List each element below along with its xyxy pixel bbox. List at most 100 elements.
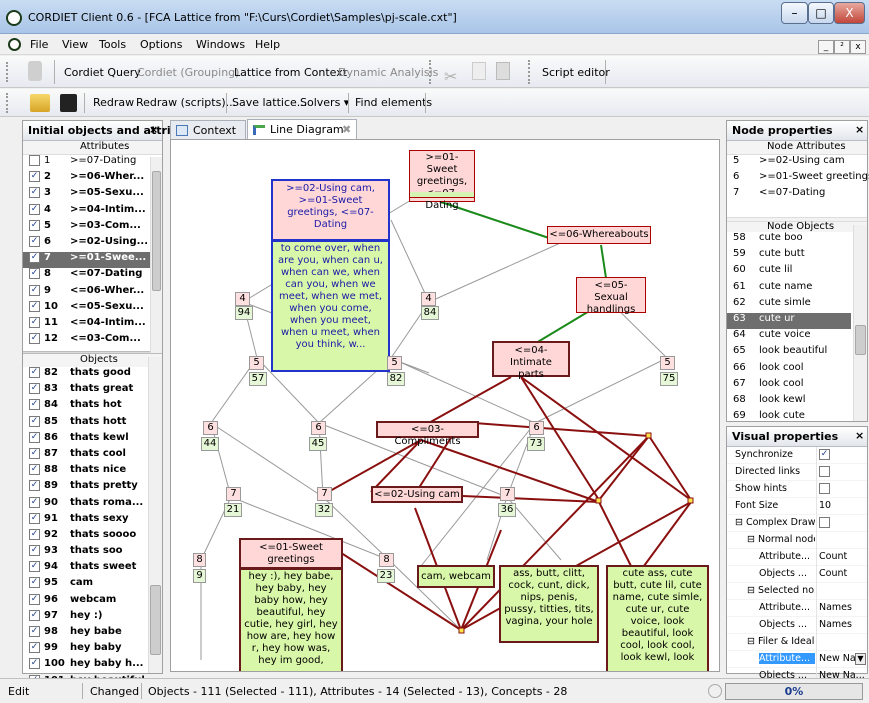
cordiet-query-button[interactable]: Cordiet Query — [64, 66, 141, 79]
attribute-checkbox[interactable]: ✓ — [29, 171, 40, 183]
node-object-row[interactable]: 66 look cool — [727, 362, 851, 378]
object-row[interactable]: ✓ 95 cam — [23, 577, 147, 593]
property-row[interactable]: Attribute... New Na... ▼ — [727, 651, 867, 668]
object-checkbox[interactable]: ✓ — [29, 415, 40, 427]
node-object-row[interactable]: 63 cute ur — [727, 312, 851, 330]
attribute-row[interactable]: ✓ 11 <=04-Intim... — [23, 316, 153, 333]
property-row[interactable]: Directed links — [727, 464, 867, 481]
tab-line-diagram[interactable]: Line Diagram ✖ — [247, 119, 357, 140]
node-object-row[interactable]: 69 look cute — [727, 410, 851, 420]
attribute-checkbox[interactable]: ✓ — [29, 187, 40, 199]
node-object-row[interactable]: 62 cute simle — [727, 297, 851, 313]
attribute-row[interactable]: ✓ 3 >=05-Sexu... — [23, 187, 153, 203]
menu-view[interactable]: View — [62, 38, 88, 51]
node-objects-scrollbar[interactable] — [853, 225, 867, 421]
menu-file[interactable]: File — [30, 38, 48, 51]
tab-close-icon[interactable]: ✖ — [342, 123, 351, 136]
object-checkbox[interactable]: ✓ — [29, 561, 40, 573]
object-row[interactable]: ✓ 97 hey :) — [23, 609, 147, 626]
property-checkbox[interactable]: ✓ — [819, 449, 830, 460]
dynamic-analysis-button[interactable]: Dynamic Analyisis — [338, 66, 438, 79]
concept-node-whereabouts[interactable]: <=06-Whereabouts — [547, 226, 651, 244]
lattice-from-context-button[interactable]: Lattice from Context — [234, 66, 347, 79]
property-value[interactable]: Count — [819, 568, 847, 579]
attribute-checkbox[interactable]: ✓ — [29, 235, 40, 247]
attribute-row[interactable]: ✓ 6 >=02-Using... — [23, 235, 153, 252]
property-row[interactable]: ⊟ Selected no... — [727, 583, 867, 600]
attribute-checkbox[interactable]: ✓ — [29, 252, 40, 264]
property-value[interactable]: 10 — [819, 500, 831, 511]
cam-webcam-node[interactable]: cam, webcam — [417, 565, 495, 588]
open-folder-icon[interactable] — [30, 94, 50, 112]
object-checkbox[interactable]: ✓ — [29, 642, 40, 654]
mdi-close-button[interactable]: x — [850, 40, 866, 54]
node-object-row[interactable]: 59 cute butt — [727, 248, 851, 264]
paste-icon[interactable] — [496, 62, 510, 80]
node-object-row[interactable]: 61 cute name — [727, 281, 851, 297]
property-value[interactable]: Count — [819, 551, 847, 562]
attribute-row[interactable]: ✓ 9 <=06-Wher... — [23, 284, 153, 301]
property-checkbox[interactable] — [819, 483, 830, 494]
node-object-row[interactable]: 65 look beautiful — [727, 345, 851, 361]
object-row[interactable]: ✓ 84 thats hot — [23, 399, 147, 415]
object-row[interactable]: ✓ 93 thats soo — [23, 545, 147, 561]
object-row[interactable]: ✓ 87 thats cool — [23, 447, 147, 464]
concept-node-compliments[interactable]: <=03-Compliments — [376, 421, 479, 447]
attribute-row[interactable]: ✓ 8 <=07-Dating — [23, 268, 153, 284]
tab-context[interactable]: Context — [170, 120, 246, 140]
object-row[interactable]: ✓ 86 thats kewl — [23, 431, 147, 448]
attribute-row[interactable]: ✓ 4 >=04-Intim... — [23, 203, 153, 220]
attribute-row[interactable]: ✓ 12 <=03-Com... — [23, 333, 153, 349]
object-checkbox[interactable]: ✓ — [29, 528, 40, 540]
object-checkbox[interactable]: ✓ — [29, 383, 40, 395]
object-row[interactable]: ✓ 98 hey babe — [23, 626, 147, 642]
menu-windows[interactable]: Windows — [196, 38, 245, 51]
object-checkbox[interactable]: ✓ — [29, 399, 40, 411]
object-row[interactable]: ✓ 82 thats good — [23, 367, 147, 383]
solvers-dropdown[interactable]: Solvers ▾ — [300, 96, 349, 109]
object-row[interactable]: ✓ 100 hey baby h... — [23, 658, 147, 674]
object-checkbox[interactable]: ✓ — [29, 593, 40, 605]
object-checkbox[interactable]: ✓ — [29, 545, 40, 557]
diagram-canvas[interactable]: >=01-Sweet greetings, <=07-Dating >=02-U… — [170, 139, 720, 672]
maximize-button[interactable]: □ — [808, 2, 834, 24]
attribute-checkbox[interactable]: ✓ — [29, 203, 40, 215]
property-row[interactable]: Synchronize ✓ — [727, 447, 867, 464]
object-checkbox[interactable]: ✓ — [29, 464, 40, 476]
object-checkbox[interactable]: ✓ — [29, 447, 40, 459]
menu-options[interactable]: Options — [140, 38, 182, 51]
visual-properties-close-icon[interactable]: × — [855, 429, 864, 442]
property-value[interactable]: Names — [819, 619, 852, 630]
app-menu-icon[interactable] — [8, 38, 21, 51]
property-value[interactable]: Names — [819, 602, 852, 613]
object-row[interactable]: ✓ 92 thats soooo — [23, 528, 147, 545]
object-row[interactable]: ✓ 96 webcam — [23, 593, 147, 610]
object-checkbox[interactable]: ✓ — [29, 658, 40, 670]
concept-node-sexual[interactable]: <=05-Sexual handlings — [576, 277, 646, 315]
concept-node-sweet[interactable]: <=01-Sweet greetings — [239, 538, 343, 569]
save-lattice-button[interactable]: Save lattice... — [232, 96, 307, 109]
mdi-minimize-button[interactable]: _ — [818, 40, 834, 54]
body-parts-node[interactable]: ass, butt, clitt, cock, cunt, dick, nips… — [499, 565, 599, 643]
attribute-row[interactable]: ✓ 10 <=05-Sexu... — [23, 300, 153, 317]
object-checkbox[interactable]: ✓ — [29, 626, 40, 637]
object-row[interactable]: ✓ 99 hey baby — [23, 642, 147, 658]
node-object-row[interactable]: 58 cute boo — [727, 232, 851, 248]
script-editor-button[interactable]: Script editor — [542, 66, 610, 79]
property-row[interactable]: Objects ... Names — [727, 617, 867, 634]
cut-icon[interactable]: ✂ — [444, 67, 457, 86]
cute-node[interactable]: cute ass, cute butt, cute lil, cute name… — [606, 565, 709, 671]
object-row[interactable]: ✓ 90 thats roma... — [23, 496, 147, 513]
redraw-scripts-button[interactable]: Redraw (scripts)... — [136, 96, 236, 109]
attribute-checkbox[interactable] — [29, 155, 40, 166]
save-icon[interactable] — [60, 94, 77, 112]
concept-node-intimate[interactable]: <=04-Intimate parts — [492, 341, 570, 380]
object-checkbox[interactable]: ✓ — [29, 480, 40, 492]
dropdown-arrow-icon[interactable]: ▼ — [855, 653, 866, 665]
property-row[interactable]: ⊟ Filer & Ideal — [727, 634, 867, 651]
object-checkbox[interactable]: ✓ — [29, 496, 40, 508]
left-splitter[interactable] — [164, 120, 169, 674]
property-row[interactable]: Show hints — [727, 481, 867, 498]
object-row[interactable]: ✓ 89 thats pretty — [23, 480, 147, 496]
property-checkbox[interactable] — [819, 517, 830, 528]
